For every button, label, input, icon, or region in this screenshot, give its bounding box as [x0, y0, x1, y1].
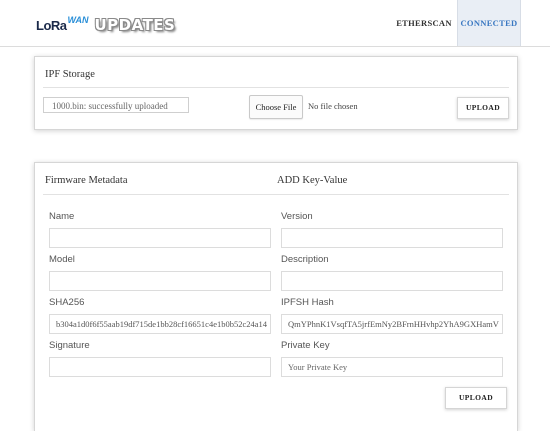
firmware-metadata-card: Firmware Metadata ADD Key-Value Name Ver…: [34, 162, 518, 431]
sha256-label: SHA256: [49, 297, 85, 308]
model-label: Model: [49, 254, 75, 265]
version-input[interactable]: [281, 228, 503, 248]
upload-status-field: 1000.bin: successfully uploaded: [43, 97, 189, 113]
ipfsh-hash-input[interactable]: QmYPhnK1VsqfTA5jrfEmNy2BFrnHHvhp2YhA9GXH…: [281, 314, 503, 334]
version-label: Version: [281, 211, 313, 222]
metadata-card-title: Firmware Metadata: [45, 175, 128, 186]
signature-input[interactable]: [49, 357, 271, 377]
ipfs-upload-button[interactable]: UPLOAD: [457, 97, 509, 119]
description-input[interactable]: [281, 271, 503, 291]
name-input[interactable]: [49, 228, 271, 248]
nav-connected-status[interactable]: CONNECTED: [457, 0, 521, 46]
ipfs-card-title: IPF Storage: [45, 69, 95, 80]
sha256-input[interactable]: b304a1d0f6f55aab19df715de1bb28cf16651c4e…: [49, 314, 271, 334]
brand-logo[interactable]: LoRa WAN UPDATES: [36, 12, 175, 38]
ipfs-storage-card: IPF Storage 1000.bin: successfully uploa…: [34, 56, 518, 130]
model-input[interactable]: [49, 271, 271, 291]
add-key-value-title[interactable]: ADD Key-Value: [277, 175, 347, 186]
app-title: UPDATES: [94, 16, 176, 34]
metadata-upload-button[interactable]: UPLOAD: [445, 387, 507, 409]
navbar: LoRa WAN UPDATES ETHERSCAN CONNECTED: [0, 0, 550, 47]
signature-label: Signature: [49, 340, 90, 351]
card-divider: [43, 194, 509, 195]
logo-wan-text: WAN: [67, 15, 89, 25]
nav-etherscan-link[interactable]: ETHERSCAN: [394, 0, 454, 46]
logo-lora-text: LoRa: [36, 17, 67, 33]
choose-file-button[interactable]: Choose File: [249, 95, 303, 119]
private-key-input[interactable]: Your Private Key: [281, 357, 503, 377]
private-key-label: Private Key: [281, 340, 330, 351]
card-divider: [43, 87, 509, 88]
file-chosen-label: No file chosen: [308, 101, 358, 111]
name-label: Name: [49, 211, 75, 222]
ipfsh-hash-label: IPFSH Hash: [281, 297, 334, 308]
description-label: Description: [281, 254, 329, 265]
